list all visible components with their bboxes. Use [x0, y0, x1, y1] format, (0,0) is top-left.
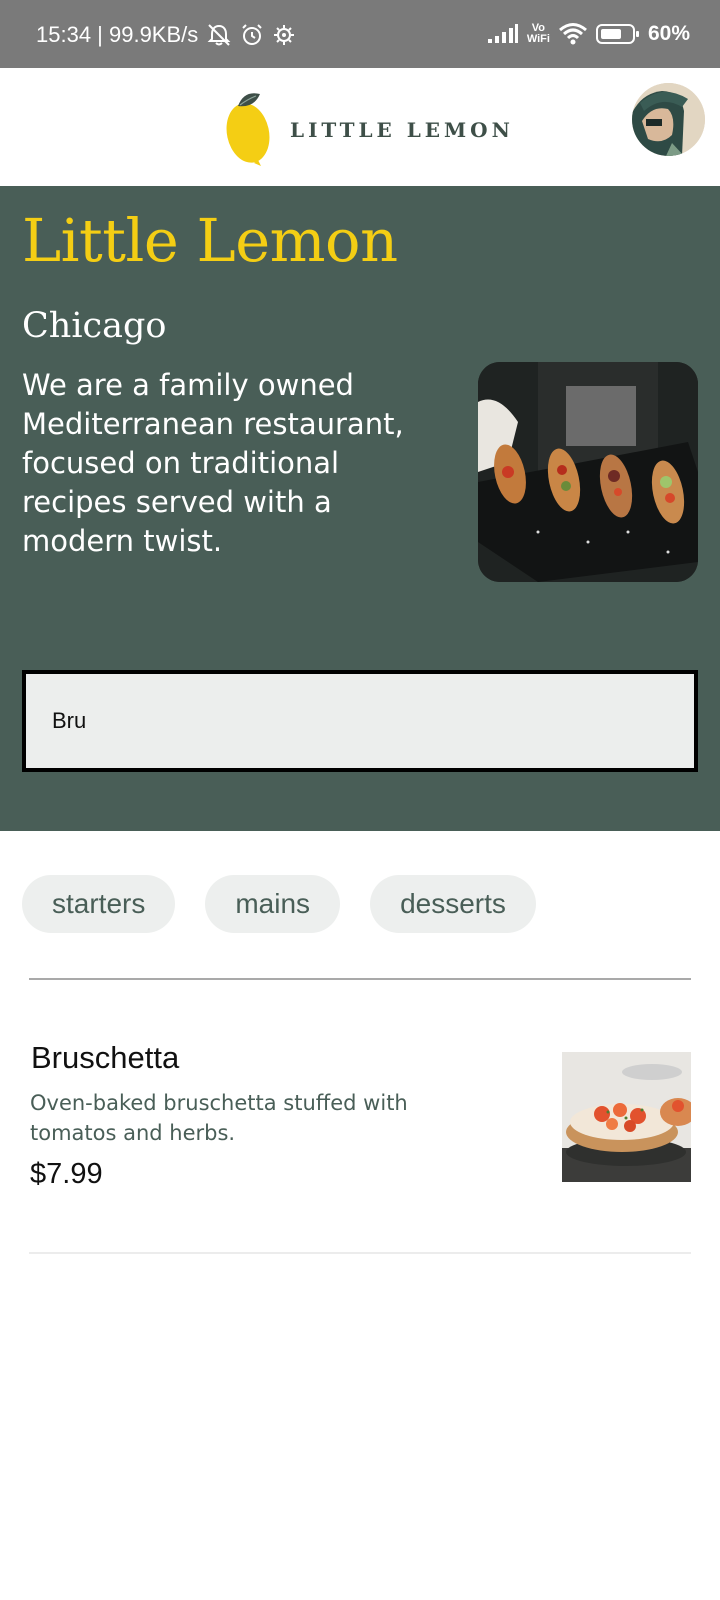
vowifi-bottom-label: WiFi [526, 33, 550, 45]
menu-item-image [562, 1052, 691, 1182]
menu-item-description: Oven-baked bruschetta stuffed with tomat… [30, 1091, 408, 1145]
divider [29, 978, 691, 980]
vowifi-indicator: Vo WiFi [527, 23, 550, 45]
hero-section: Little Lemon Chicago We are a family own… [0, 186, 720, 831]
hero-description: We are a family owned Mediterranean rest… [22, 368, 404, 558]
logo-text: LITTLE LEMON [290, 118, 514, 142]
status-bar: 15:34 | 99.9KB/s Vo WiFi 60% [0, 0, 720, 68]
hero-food-image [478, 362, 698, 582]
hero-title: Little Lemon [22, 206, 398, 275]
settings-icon [272, 23, 296, 47]
category-chip-desserts[interactable]: desserts [370, 875, 536, 933]
app-header: LITTLE LEMON [0, 68, 720, 186]
menu-item-name: Bruschetta [31, 1040, 180, 1075]
alarm-icon [240, 23, 264, 47]
search-input[interactable]: Bru [22, 670, 698, 772]
wifi-icon [558, 22, 588, 46]
menu-item[interactable]: Bruschetta Oven-baked bruschetta stuffed… [29, 1030, 691, 1190]
category-chips: starters mains desserts [22, 875, 536, 933]
battery-percent: 60% [647, 22, 690, 45]
battery-icon [595, 23, 640, 45]
category-chip-starters[interactable]: starters [22, 875, 176, 933]
hero-city: Chicago [22, 306, 167, 346]
category-chip-mains[interactable]: mains [205, 875, 341, 933]
logo: LITTLE LEMON [224, 90, 514, 170]
menu-item-price: $7.99 [30, 1158, 103, 1190]
notifications-off-icon [206, 23, 232, 47]
profile-avatar[interactable] [632, 83, 705, 156]
signal-icon [487, 24, 519, 44]
lemon-icon [224, 90, 272, 170]
divider [29, 1252, 691, 1254]
status-time: 15:34 | 99.9KB/s [36, 22, 199, 47]
